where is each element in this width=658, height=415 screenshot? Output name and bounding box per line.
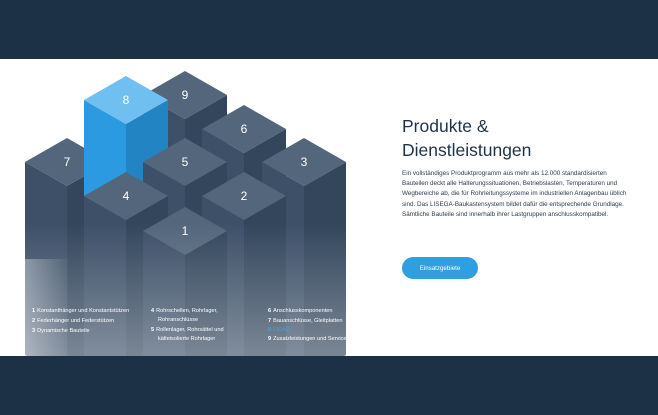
columns-svg: 976835421 bbox=[0, 59, 380, 356]
bottom-band bbox=[0, 356, 658, 415]
section-title-line2: Dienstleistungen bbox=[402, 140, 532, 160]
top-band bbox=[0, 0, 658, 59]
products-section: 976835421 1Konstanthänger und Konstantst… bbox=[0, 59, 658, 356]
section-title-line1: Produkte & bbox=[402, 116, 489, 136]
einsatzgebiete-button[interactable]: Einsatzgebiete bbox=[402, 257, 478, 279]
section-description: Ein vollständiges Produktprogramm aus me… bbox=[402, 170, 627, 218]
section-title: Produkte & Dienstleistungen bbox=[402, 114, 642, 162]
product-columns-illustration: 976835421 bbox=[0, 59, 380, 356]
